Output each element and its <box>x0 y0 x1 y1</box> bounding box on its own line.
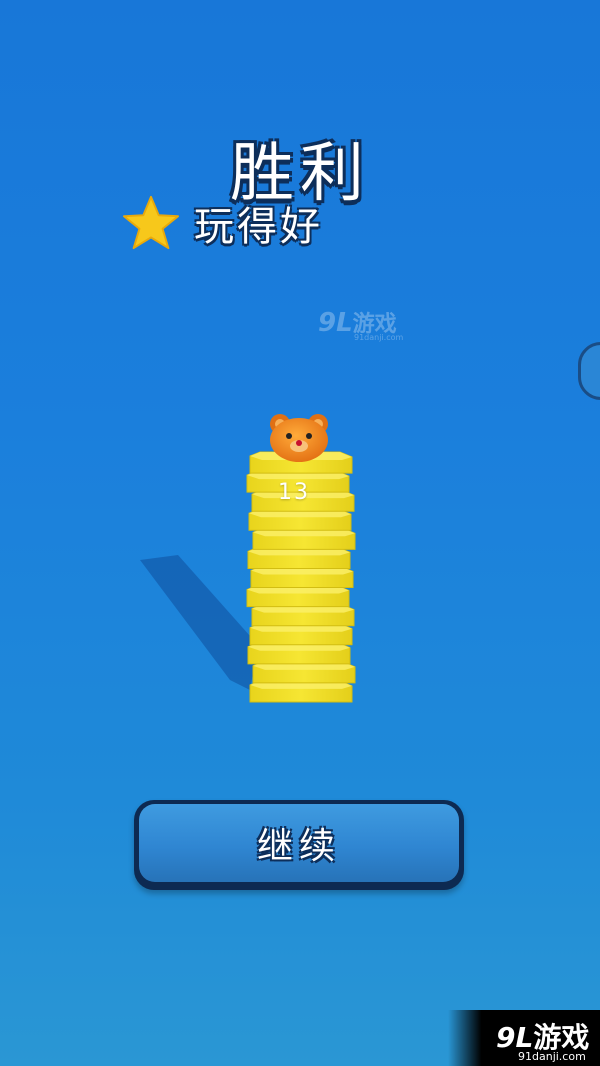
continue-button[interactable]: 继续 <box>134 800 464 890</box>
watermark-corner: 9L游戏 91danji.com <box>448 1010 600 1066</box>
bear-head-icon <box>270 414 328 462</box>
tower-shadow <box>140 555 258 690</box>
stack-count: 13 <box>278 480 310 505</box>
continue-button-label: 继续 <box>256 826 341 867</box>
game-scene <box>140 414 356 703</box>
